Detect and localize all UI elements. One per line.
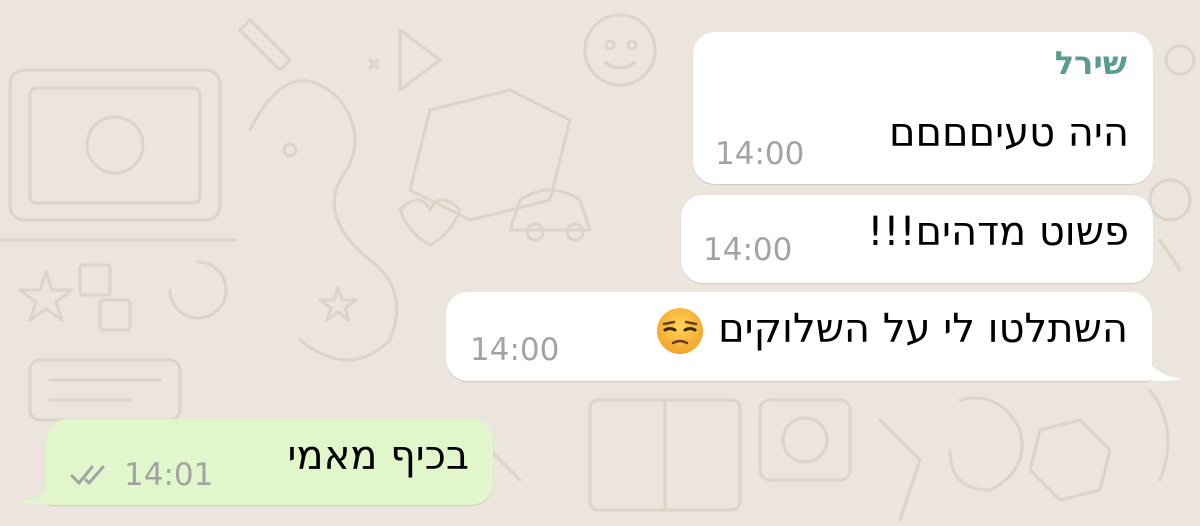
message-text-content: השתלטו לי על השלוקים xyxy=(718,306,1128,352)
sender-name[interactable]: שירל xyxy=(1055,44,1127,82)
message-text: השתלטו לי על השלוקים xyxy=(647,306,1128,356)
message-bubble[interactable]: פשוט מדהים!!! 14:00 xyxy=(681,195,1153,283)
message-timestamp: 14:01 xyxy=(124,457,214,493)
message-timestamp: 14:00 xyxy=(470,332,560,368)
message-bubble[interactable]: שירל היה טעיםםםם 14:00 xyxy=(693,32,1153,184)
double-check-icon xyxy=(70,465,105,485)
message-text: בכיף מאמי xyxy=(287,433,469,479)
message-bubble[interactable]: השתלטו לי על השלוקים 14:00 xyxy=(446,292,1152,381)
message-timestamp: 14:00 xyxy=(703,232,793,268)
unamused-face-icon xyxy=(657,308,704,354)
message-text: פשוט מדהים!!! xyxy=(867,209,1129,255)
message-text: היה טעיםםםם xyxy=(888,110,1129,156)
bubble-tail xyxy=(1140,355,1182,381)
message-timestamp: 14:00 xyxy=(715,136,805,172)
bubble-tail xyxy=(20,478,62,504)
message-bubble[interactable]: בכיף מאמי 14:01 xyxy=(46,419,493,505)
